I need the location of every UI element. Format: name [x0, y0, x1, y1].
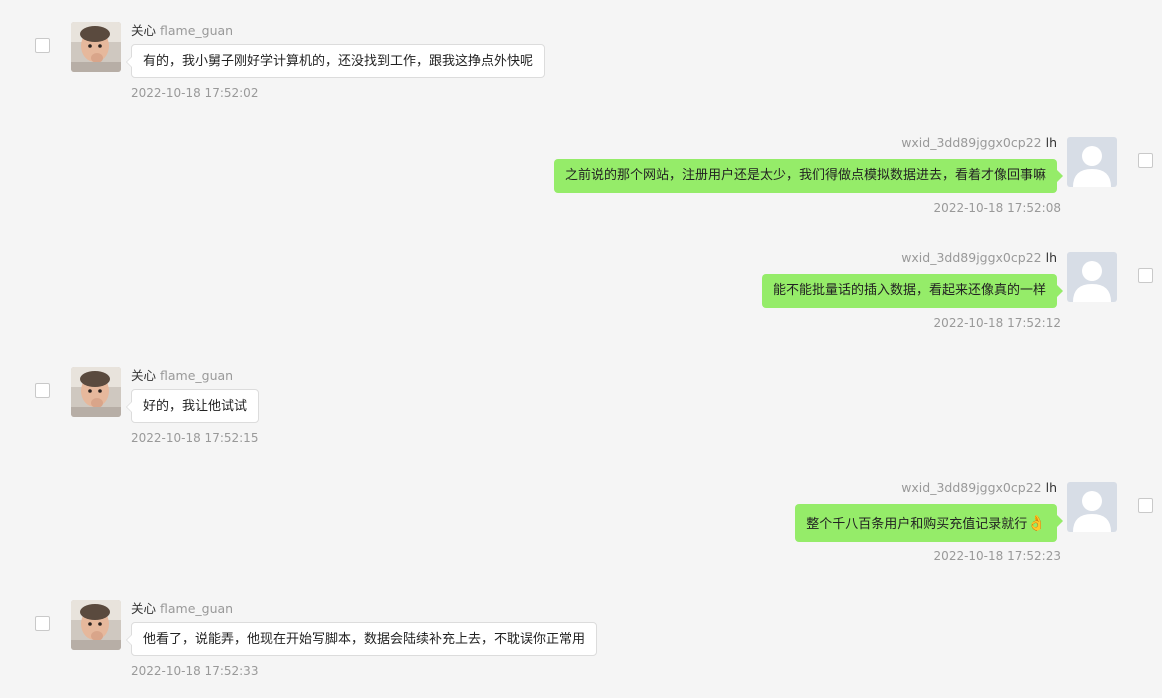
sender-remark: 关心 — [131, 368, 157, 383]
message-text: 好的，我让他试试 — [143, 399, 248, 414]
message-text: 之前说的那个网站，注册用户还是太少，我们得做点模拟数据进去，看着才像回事嘛 — [564, 168, 1046, 183]
sender-remark: lh — [1045, 480, 1057, 495]
default-avatar-icon — [1067, 482, 1117, 532]
chat-message: wxid_3dd89jggx0cp22 lh 能不能批量话的插入数据，看起来还像… — [0, 230, 1162, 350]
default-avatar-icon — [1067, 137, 1117, 187]
select-checkbox[interactable] — [1138, 498, 1153, 513]
chat-message: 关心 flame_guan 有的，我小舅子刚好学计算机的，还没找到工作，跟我这挣点… — [0, 0, 1162, 120]
ok-hand-icon: 👌 — [1027, 514, 1046, 532]
select-checkbox[interactable] — [35, 616, 50, 631]
message-text: 整个千八百条用户和购买充值记录就行 — [806, 517, 1028, 532]
message-time: 2022-10-18 17:52:33 — [131, 664, 259, 678]
sender-name: 关心 flame_guan — [131, 20, 233, 39]
sender-account: flame_guan — [160, 601, 234, 616]
contact-avatar[interactable] — [71, 22, 121, 72]
sender-remark: lh — [1045, 135, 1057, 150]
sender-account: flame_guan — [160, 368, 234, 383]
message-time: 2022-10-18 17:52:02 — [131, 86, 259, 100]
message-bubble[interactable]: 整个千八百条用户和购买充值记录就行👌 — [795, 504, 1063, 542]
message-text: 他看了，说能弄，他现在开始写脚本，数据会陆续补充上去，不耽误你正常用 — [143, 632, 586, 647]
sender-remark: lh — [1045, 250, 1057, 265]
chat-message: wxid_3dd89jggx0cp22 lh 之前说的那个网站，注册用户还是太少… — [0, 115, 1162, 235]
sender-account: wxid_3dd89jggx0cp22 — [901, 480, 1042, 495]
message-time: 2022-10-18 17:52:12 — [933, 316, 1061, 330]
contact-avatar[interactable] — [71, 367, 121, 417]
user-avatar[interactable] — [1067, 482, 1117, 532]
user-avatar[interactable] — [1067, 137, 1117, 187]
user-avatar[interactable] — [1067, 252, 1117, 302]
avatar-photo-icon — [71, 367, 121, 417]
message-time: 2022-10-18 17:52:08 — [933, 201, 1061, 215]
contact-avatar[interactable] — [71, 600, 121, 650]
select-checkbox[interactable] — [35, 383, 50, 398]
message-text: 有的，我小舅子刚好学计算机的，还没找到工作，跟我这挣点外快呢 — [143, 54, 534, 69]
sender-name: wxid_3dd89jggx0cp22 lh — [897, 135, 1057, 150]
sender-name: 关心 flame_guan — [131, 598, 233, 617]
message-time: 2022-10-18 17:52:23 — [933, 549, 1061, 563]
sender-remark: 关心 — [131, 23, 157, 38]
sender-remark: 关心 — [131, 601, 157, 616]
chat-message: 关心 flame_guan 他看了，说能弄，他现在开始写脚本，数据会陆续补充上去，… — [0, 578, 1162, 698]
sender-account: wxid_3dd89jggx0cp22 — [901, 250, 1042, 265]
message-bubble[interactable]: 有的，我小舅子刚好学计算机的，还没找到工作，跟我这挣点外快呢 — [125, 44, 546, 78]
message-bubble[interactable]: 之前说的那个网站，注册用户还是太少，我们得做点模拟数据进去，看着才像回事嘛 — [553, 159, 1064, 193]
select-checkbox[interactable] — [1138, 268, 1153, 283]
sender-account: wxid_3dd89jggx0cp22 — [901, 135, 1042, 150]
message-bubble[interactable]: 能不能批量话的插入数据，看起来还像真的一样 — [761, 274, 1064, 308]
default-avatar-icon — [1067, 252, 1117, 302]
message-time: 2022-10-18 17:52:15 — [131, 431, 259, 445]
message-bubble[interactable]: 他看了，说能弄，他现在开始写脚本，数据会陆续补充上去，不耽误你正常用 — [125, 622, 598, 656]
sender-account: flame_guan — [160, 23, 234, 38]
message-bubble[interactable]: 好的，我让他试试 — [125, 389, 260, 423]
avatar-photo-icon — [71, 22, 121, 72]
sender-name: wxid_3dd89jggx0cp22 lh — [897, 250, 1057, 265]
avatar-photo-icon — [71, 600, 121, 650]
sender-name: wxid_3dd89jggx0cp22 lh — [897, 480, 1057, 495]
chat-message: wxid_3dd89jggx0cp22 lh 整个千八百条用户和购买充值记录就行… — [0, 460, 1162, 580]
message-text: 能不能批量话的插入数据，看起来还像真的一样 — [772, 283, 1046, 298]
chat-message: 关心 flame_guan 好的，我让他试试 2022-10-18 17:52:1… — [0, 345, 1162, 465]
sender-name: 关心 flame_guan — [131, 365, 233, 384]
select-checkbox[interactable] — [1138, 153, 1153, 168]
select-checkbox[interactable] — [35, 38, 50, 53]
